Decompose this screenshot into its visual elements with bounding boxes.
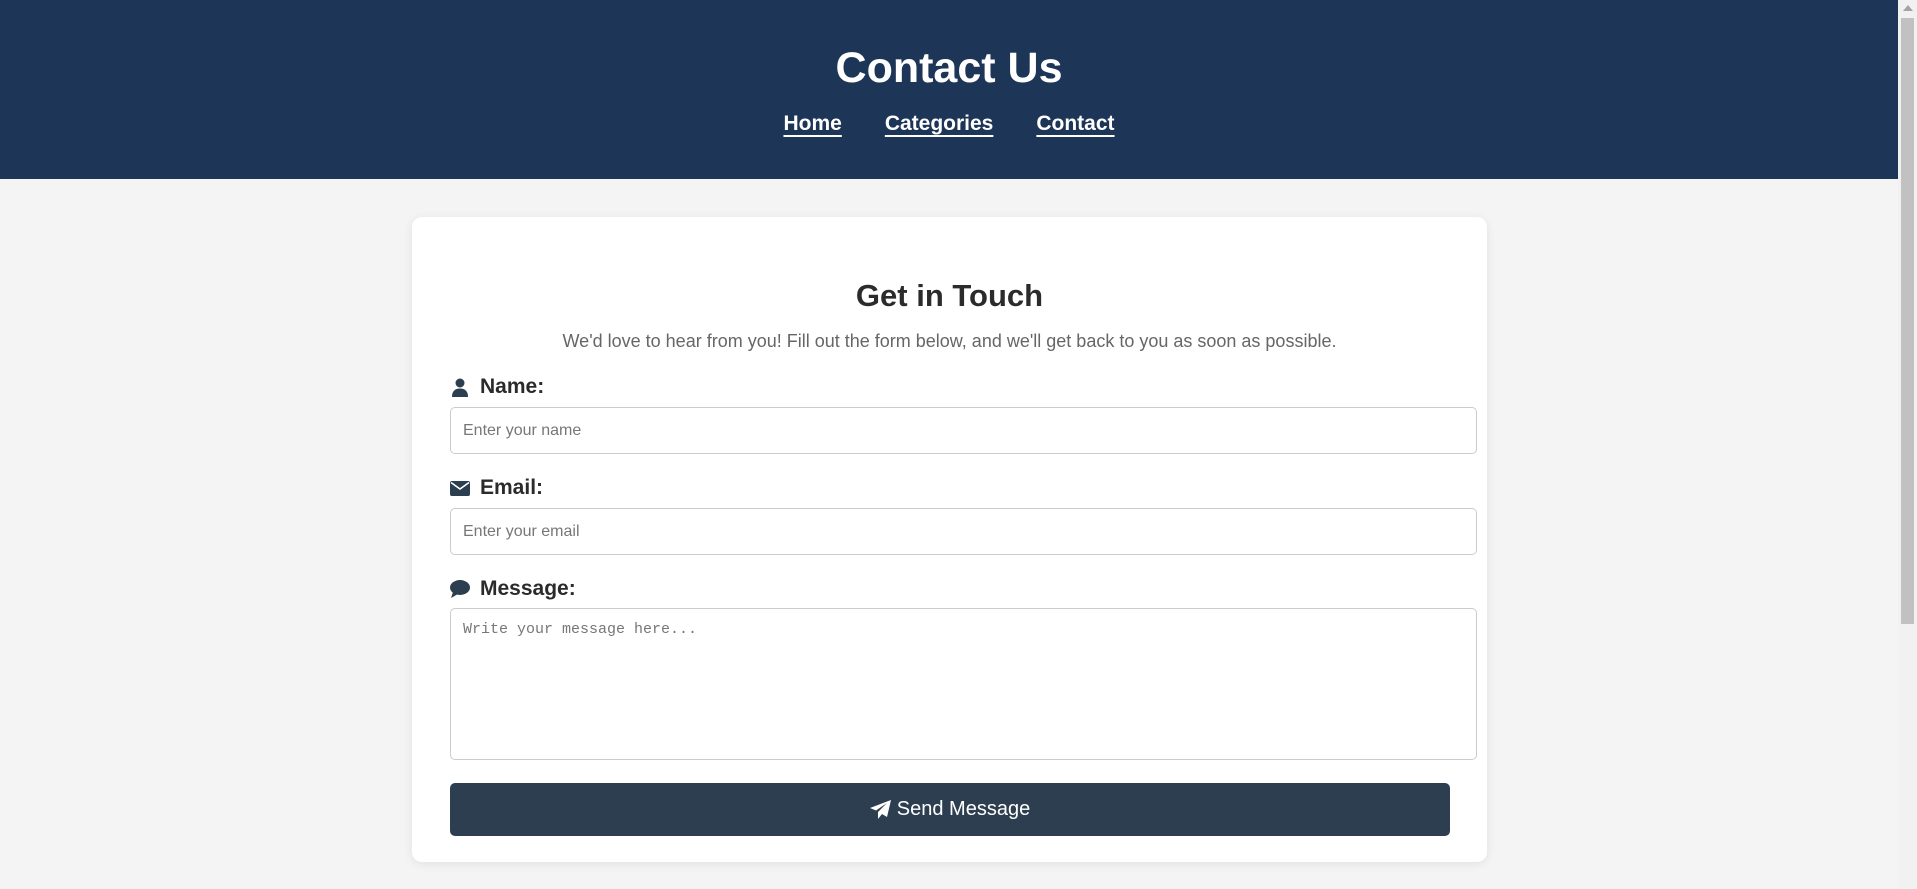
name-label: Name: [450, 374, 1449, 400]
page-scrollbar[interactable] [1898, 0, 1917, 889]
name-label-text: Name: [480, 375, 545, 398]
page-title: Contact Us [835, 44, 1063, 92]
site-header: Contact Us Home Categories Contact [0, 0, 1898, 179]
email-label: Email: [450, 475, 1449, 501]
email-label-text: Email: [480, 476, 544, 499]
nav-link-contact[interactable]: Contact [1036, 112, 1114, 136]
user-icon [450, 376, 470, 398]
nav-link-categories[interactable]: Categories [885, 112, 994, 136]
message-label: Message: [450, 576, 1449, 602]
paper-plane-icon [869, 800, 891, 819]
name-input[interactable] [450, 407, 1477, 454]
page: Contact Us Home Categories Contact Get i… [0, 0, 1898, 889]
envelope-icon [450, 477, 470, 499]
nav-link-home[interactable]: Home [783, 112, 841, 136]
send-message-label: Send Message [896, 798, 1031, 820]
form-heading: Get in Touch [855, 278, 1044, 313]
message-textarea[interactable] [450, 608, 1477, 760]
scroll-up-arrow-icon[interactable] [1903, 5, 1913, 11]
form-subtitle: We'd love to hear from you! Fill out the… [562, 331, 1337, 351]
scrollbar-thumb[interactable] [1901, 18, 1914, 624]
contact-form: Name: Email: [450, 374, 1477, 836]
email-input[interactable] [450, 508, 1477, 555]
contact-form-card: Get in Touch We'd love to hear from you!… [412, 217, 1487, 862]
comment-icon [450, 578, 470, 600]
main-nav: Home Categories Contact [0, 112, 1898, 136]
send-message-button[interactable]: Send Message [450, 783, 1450, 836]
message-label-text: Message: [480, 577, 576, 600]
